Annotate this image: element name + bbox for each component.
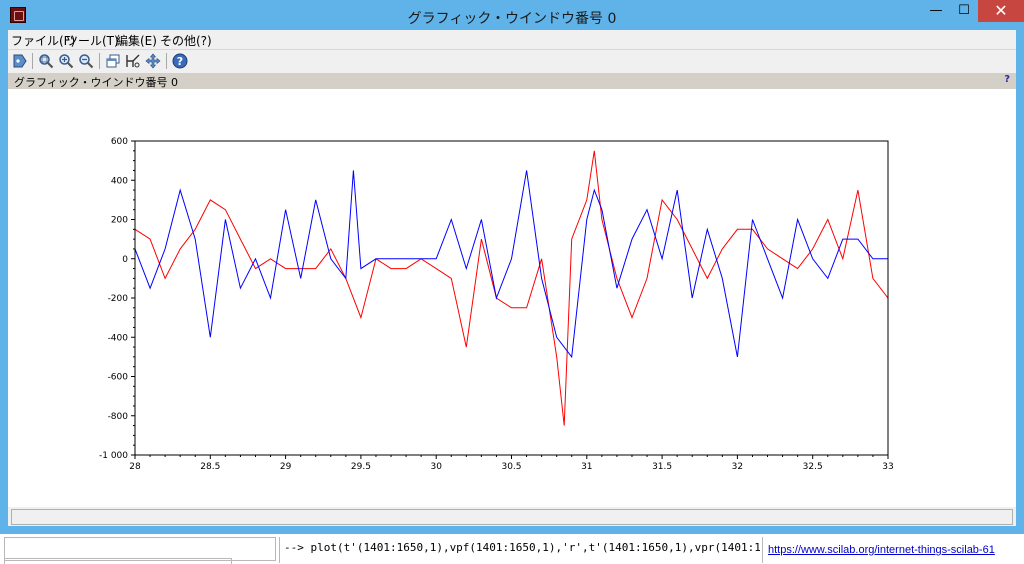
toolbar-separator bbox=[32, 53, 33, 69]
minimize-button[interactable]: — bbox=[922, 0, 950, 22]
x-tick-label: 29.5 bbox=[351, 462, 371, 472]
toolbar-separator bbox=[166, 53, 167, 69]
zoom-in-icon[interactable] bbox=[58, 53, 74, 69]
info-bar-label: グラフィック・ウインドウ番号 0 bbox=[14, 76, 179, 89]
minimize-icon: — bbox=[929, 3, 943, 18]
zoom-icon[interactable] bbox=[38, 53, 54, 69]
status-bar bbox=[11, 509, 1013, 525]
console-command-line[interactable]: --> plot(t'(1401:1650,1),vpf(1401:1650,1… bbox=[284, 541, 760, 554]
graphic-window: グラフィック・ウインドウ番号 0 — ☐ ✕ ファイル(F) ツール(T) 編集… bbox=[0, 0, 1024, 534]
info-help-icon[interactable]: ? bbox=[1004, 74, 1010, 85]
variable-browser-panel bbox=[4, 558, 232, 564]
zoom-out-icon[interactable] bbox=[78, 53, 94, 69]
y-tick-label: -400 bbox=[108, 333, 129, 343]
x-tick-label: 32 bbox=[732, 462, 743, 472]
line-chart[interactable]: 6004002000-200-400-600-800-1 000 28 28.5 2… bbox=[8, 89, 1016, 507]
x-tick-label: 32.5 bbox=[803, 462, 823, 472]
pan-icon[interactable] bbox=[145, 53, 161, 69]
datatip-icon[interactable] bbox=[125, 53, 141, 69]
y-tick-label: -800 bbox=[108, 412, 129, 422]
news-feed-link[interactable]: https://www.scilab.org/internet-things-s… bbox=[768, 544, 995, 556]
x-tick-label: 28.5 bbox=[200, 462, 220, 472]
title-bar[interactable]: グラフィック・ウインドウ番号 0 — ☐ ✕ bbox=[0, 0, 1024, 32]
panel-divider[interactable] bbox=[279, 537, 280, 563]
x-tick-label: 31.5 bbox=[652, 462, 672, 472]
series-line-0 bbox=[134, 150, 889, 426]
plot-canvas[interactable]: 600 400 200 0 -200 -400 -600 -800 -1 000 28 28.5 2… bbox=[8, 89, 1016, 507]
maximize-icon: ☐ bbox=[958, 3, 970, 18]
plot-area-frame bbox=[134, 140, 889, 456]
y-tick-label: -1 000 bbox=[99, 451, 128, 461]
series-line-1 bbox=[134, 170, 888, 359]
menu-bar: ファイル(F) ツール(T) 編集(E) その他(?) bbox=[8, 30, 1016, 48]
menu-tools[interactable]: ツール(T) bbox=[66, 32, 119, 49]
series-layer bbox=[134, 150, 889, 426]
toolbar-separator bbox=[99, 53, 100, 69]
data-tips-icon[interactable] bbox=[12, 53, 28, 69]
y-tick-label: -200 bbox=[108, 294, 129, 304]
info-bar: グラフィック・ウインドウ番号 0 ? bbox=[8, 73, 1016, 89]
svg-text:?: ? bbox=[177, 55, 183, 68]
x-tick-label: 31 bbox=[581, 462, 592, 472]
help-icon[interactable]: ? bbox=[172, 53, 188, 69]
close-button[interactable]: ✕ bbox=[978, 0, 1024, 22]
x-tick-label: 30.5 bbox=[501, 462, 521, 472]
y-tick-label: 0 bbox=[122, 255, 128, 265]
toolbar: ? bbox=[8, 49, 1016, 72]
y-tick-label: 200 bbox=[111, 216, 128, 226]
panel-divider-right[interactable] bbox=[762, 537, 763, 563]
y-tick-label: 400 bbox=[111, 176, 128, 186]
window-title: グラフィック・ウインドウ番号 0 bbox=[407, 11, 617, 27]
y-axis: 600 400 200 0 -200 -400 -600 -800 -1 000 bbox=[99, 137, 135, 461]
window-client-area: ファイル(F) ツール(T) 編集(E) その他(?) ? グラフィック・ウイン… bbox=[8, 30, 1016, 526]
menu-other[interactable]: その他(?) bbox=[160, 32, 212, 49]
x-tick-label: 33 bbox=[882, 462, 893, 472]
x-tick-label: 28 bbox=[129, 462, 141, 472]
copy-window-icon[interactable] bbox=[105, 53, 121, 69]
close-icon: ✕ bbox=[994, 1, 1008, 20]
menu-edit[interactable]: 編集(E) bbox=[116, 32, 157, 49]
x-tick-label: 29 bbox=[280, 462, 292, 472]
x-axis: 28 28.5 29 29.5 30 30.5 31 31.5 32 32.5 33 bbox=[129, 455, 894, 472]
x-tick-label: 30 bbox=[430, 462, 442, 472]
y-tick-label: 600 bbox=[111, 137, 128, 147]
y-tick-label: -600 bbox=[108, 373, 129, 383]
maximize-button[interactable]: ☐ bbox=[950, 0, 978, 22]
